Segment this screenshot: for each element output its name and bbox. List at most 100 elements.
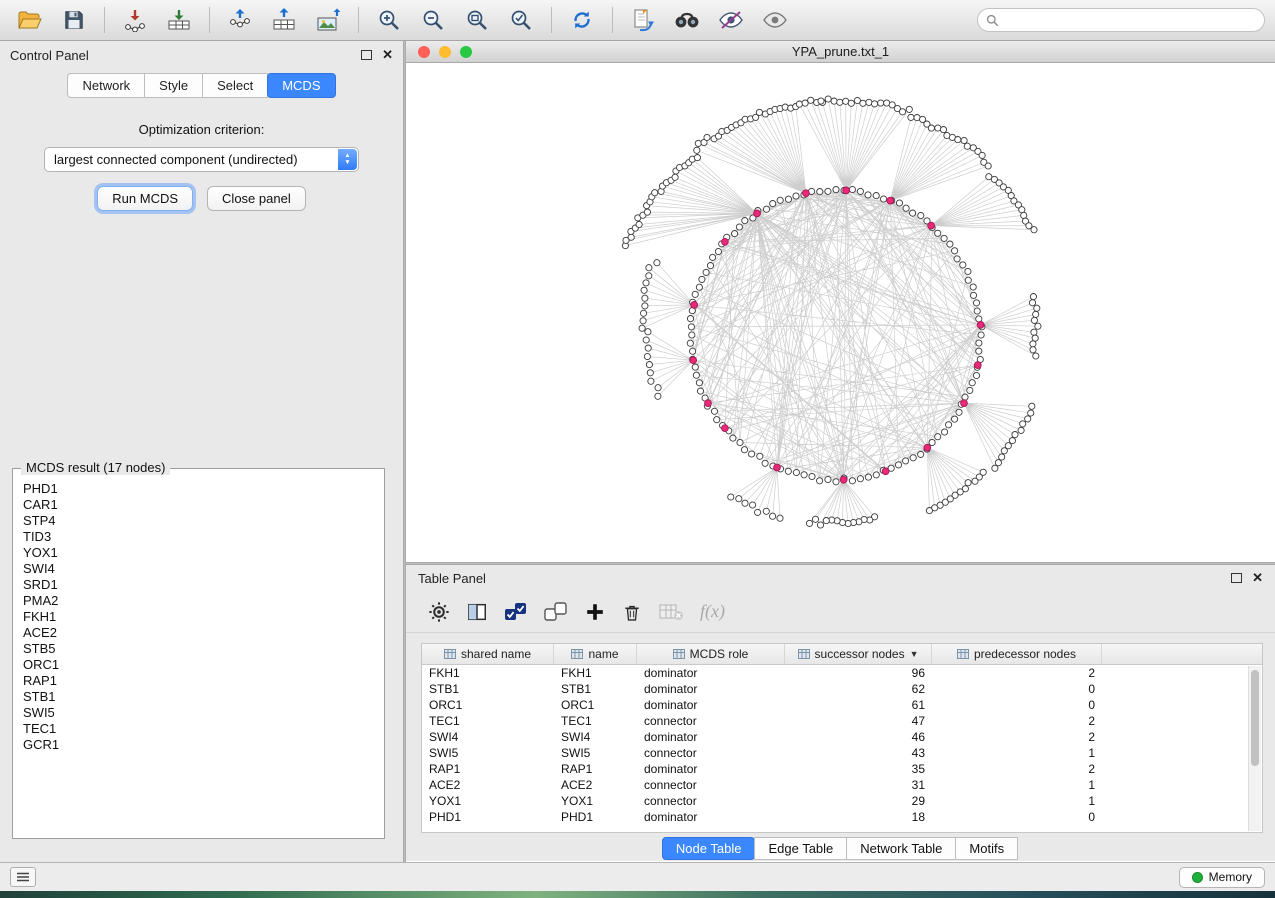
mcds-result-item[interactable]: STB5 (23, 641, 374, 657)
refresh-network-view-icon (570, 8, 594, 32)
column-header-mcds-role[interactable]: MCDS role (637, 644, 785, 664)
zoom-fit-button[interactable] (457, 4, 497, 36)
float-table-panel-icon[interactable] (1231, 573, 1242, 583)
table-cell: SWI5 (554, 745, 637, 761)
show-columns-button[interactable] (466, 601, 488, 623)
table-scrollbar[interactable] (1248, 666, 1261, 831)
table-row[interactable]: YOX1YOX1connector291 (422, 793, 1262, 809)
mcds-result-item[interactable]: YOX1 (23, 545, 374, 561)
table-cell: ORC1 (554, 697, 637, 713)
mcds-result-item[interactable]: STB1 (23, 689, 374, 705)
mcds-result-item[interactable]: CAR1 (23, 497, 374, 513)
mcds-result-item[interactable]: SWI4 (23, 561, 374, 577)
export-table-button[interactable] (264, 4, 304, 36)
column-header-name[interactable]: name (554, 644, 637, 664)
mcds-result-item[interactable]: PHD1 (23, 481, 374, 497)
criterion-dropdown[interactable]: largest connected component (undirected)… (44, 147, 359, 172)
memory-button[interactable]: Memory (1179, 867, 1265, 888)
column-header-successor-nodes[interactable]: successor nodes ▼ (785, 644, 932, 664)
table-cell: dominator (637, 681, 785, 697)
tab-edge-table[interactable]: Edge Table (754, 837, 847, 860)
table-row[interactable]: ACE2ACE2connector311 (422, 777, 1262, 793)
table-row[interactable]: RAP1RAP1dominator352 (422, 761, 1262, 777)
table-row[interactable]: STB1STB1dominator620 (422, 681, 1262, 697)
tab-select[interactable]: Select (202, 73, 268, 98)
function-builder-button[interactable]: f(x) (700, 601, 725, 622)
mcds-result-item[interactable]: TID3 (23, 529, 374, 545)
hide-details-button[interactable] (755, 4, 795, 36)
network-canvas[interactable] (406, 63, 1275, 562)
network-search-box[interactable] (977, 8, 1265, 32)
table-cell: 47 (785, 713, 932, 729)
column-label: predecessor nodes (974, 647, 1076, 661)
table-row[interactable]: ORC1ORC1dominator610 (422, 697, 1262, 713)
mcds-result-item[interactable]: ORC1 (23, 657, 374, 673)
close-window-icon[interactable] (418, 46, 430, 58)
zoom-out-button[interactable] (413, 4, 453, 36)
network-window-titlebar[interactable]: YPA_prune.txt_1 (406, 41, 1275, 63)
close-table-panel-icon[interactable]: ✕ (1252, 573, 1263, 583)
select-all-button[interactable] (504, 601, 528, 623)
scrollbar-thumb[interactable] (1251, 670, 1259, 766)
search-network-button[interactable] (667, 4, 707, 36)
mcds-result-item[interactable]: FKH1 (23, 609, 374, 625)
show-graphics-details-button[interactable] (711, 4, 751, 36)
table-cell: SWI5 (422, 745, 554, 761)
tab-motifs[interactable]: Motifs (955, 837, 1018, 860)
zoom-selected-button[interactable] (501, 4, 541, 36)
minimize-window-icon[interactable] (439, 46, 451, 58)
mcds-result-item[interactable]: SRD1 (23, 577, 374, 593)
export-network-button[interactable] (220, 4, 260, 36)
table-options-button[interactable] (428, 601, 450, 623)
table-cell: dominator (637, 809, 785, 825)
toolbar-separator (612, 7, 613, 33)
mcds-result-item[interactable]: GCR1 (23, 737, 374, 753)
tab-network-table[interactable]: Network Table (846, 837, 956, 860)
table-cell: PHD1 (554, 809, 637, 825)
copy-network-button[interactable] (623, 4, 663, 36)
search-input[interactable] (1004, 12, 1256, 28)
node-table-body: FKH1FKH1dominator962STB1STB1dominator620… (422, 665, 1262, 825)
mcds-result-list[interactable]: PHD1CAR1STP4TID3YOX1SWI4SRD1PMA2FKH1ACE2… (13, 469, 384, 765)
delete-row-button[interactable] (622, 601, 642, 623)
table-row[interactable]: FKH1FKH1dominator962 (422, 665, 1262, 681)
mcds-result-item[interactable]: SWI5 (23, 705, 374, 721)
mcds-result-item[interactable]: STP4 (23, 513, 374, 529)
close-panel-icon[interactable]: ✕ (382, 50, 393, 60)
tab-mcds[interactable]: MCDS (267, 73, 335, 98)
import-table-button[interactable] (159, 4, 199, 36)
zoom-in-button[interactable] (369, 4, 409, 36)
tab-node-table[interactable]: Node Table (662, 837, 756, 860)
control-panel-header: Control Panel ✕ (0, 41, 403, 69)
export-image-button[interactable] (308, 4, 348, 36)
table-cell: 2 (932, 729, 1102, 745)
column-header-shared-name[interactable]: shared name (422, 644, 554, 664)
open-file-button[interactable] (10, 4, 50, 36)
deselect-all-button[interactable] (544, 601, 568, 623)
sort-descending-icon[interactable]: ▼ (910, 649, 919, 659)
save-session-button[interactable] (54, 4, 94, 36)
import-network-button[interactable] (115, 4, 155, 36)
close-panel-button[interactable]: Close panel (207, 186, 306, 211)
network-graph[interactable] (406, 63, 1275, 562)
column-header-predecessor-nodes[interactable]: predecessor nodes (932, 644, 1102, 664)
mcds-result-item[interactable]: PMA2 (23, 593, 374, 609)
task-history-button[interactable] (10, 867, 36, 887)
mcds-result-item[interactable]: ACE2 (23, 625, 374, 641)
maximize-window-icon[interactable] (460, 46, 472, 58)
table-row[interactable]: TEC1TEC1connector472 (422, 713, 1262, 729)
refresh-view-button[interactable] (562, 4, 602, 36)
float-panel-icon[interactable] (361, 50, 372, 60)
table-row[interactable]: PHD1PHD1dominator180 (422, 809, 1262, 825)
run-mcds-button[interactable]: Run MCDS (97, 186, 193, 211)
add-row-button[interactable] (584, 601, 606, 623)
mcds-result-item[interactable]: TEC1 (23, 721, 374, 737)
tab-network[interactable]: Network (67, 73, 145, 98)
table-row[interactable]: SWI4SWI4dominator462 (422, 729, 1262, 745)
eye-icon (762, 9, 788, 31)
mcds-result-item[interactable]: RAP1 (23, 673, 374, 689)
tab-style[interactable]: Style (144, 73, 203, 98)
delete-table-button[interactable] (658, 602, 684, 622)
table-cell: 1 (932, 793, 1102, 809)
table-row[interactable]: SWI5SWI5connector431 (422, 745, 1262, 761)
